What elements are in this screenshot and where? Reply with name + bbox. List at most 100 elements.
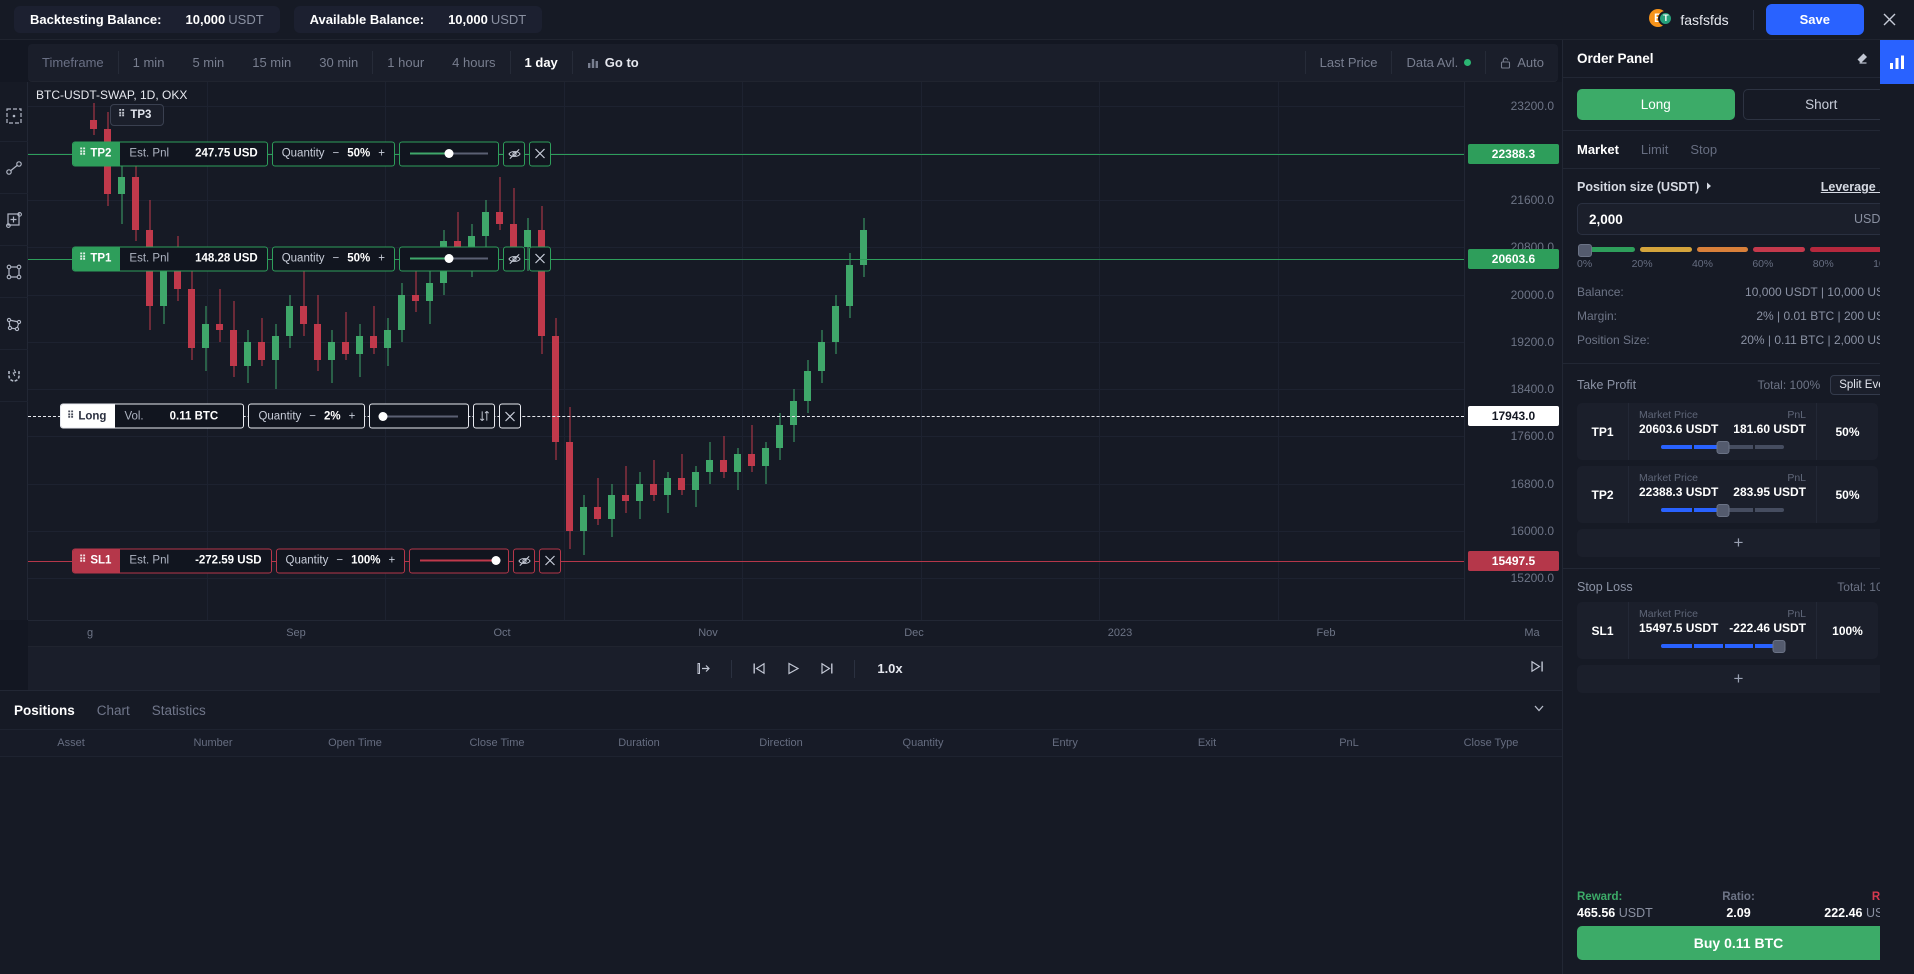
- take-profit-percent[interactable]: 50%: [1816, 466, 1878, 523]
- positions-column-header[interactable]: Number: [142, 737, 284, 749]
- tab-chart[interactable]: Chart: [97, 703, 130, 718]
- auto-scale-button[interactable]: Auto: [1486, 44, 1558, 81]
- order-slider[interactable]: [409, 548, 510, 574]
- quantity-minus-button[interactable]: −: [333, 253, 340, 265]
- eye-off-icon[interactable]: [513, 548, 536, 574]
- playback-speed[interactable]: 1.0x: [877, 661, 902, 676]
- positions-column-header[interactable]: Close Type: [1420, 737, 1562, 749]
- close-icon[interactable]: [1874, 5, 1904, 35]
- drag-grip-icon[interactable]: ⠿: [118, 110, 125, 120]
- rectangle-tool-icon[interactable]: [0, 246, 28, 298]
- timeframe-15min[interactable]: 15 min: [238, 44, 305, 81]
- chart-canvas[interactable]: BTC-USDT-SWAP, 1D, OKX ⠿ TP3 ⠿ TP2 Est. Pn…: [28, 82, 1464, 620]
- timeframe-1day[interactable]: 1 day: [511, 44, 572, 81]
- quantity-minus-button[interactable]: −: [309, 410, 316, 422]
- positions-column-header[interactable]: Quantity: [852, 737, 994, 749]
- stop-loss-slider[interactable]: [1639, 640, 1806, 653]
- positions-column-header[interactable]: Duration: [568, 737, 710, 749]
- order-type-limit[interactable]: Limit: [1641, 142, 1668, 157]
- positions-column-header[interactable]: Direction: [710, 737, 852, 749]
- slider-knob[interactable]: [1716, 441, 1729, 454]
- quantity-plus-button[interactable]: +: [389, 555, 396, 567]
- skip-to-end-icon[interactable]: [1529, 659, 1546, 679]
- slider-knob[interactable]: [491, 556, 501, 566]
- take-profit-card[interactable]: TP2 Market Price PnL 22388.3 USDT 283.95 USD…: [1577, 466, 1878, 523]
- close-icon[interactable]: [529, 141, 552, 167]
- quantity-minus-button[interactable]: −: [336, 555, 343, 567]
- step-forward-icon[interactable]: [810, 655, 844, 683]
- price-badge-red[interactable]: 15497.5: [1468, 550, 1559, 571]
- positions-column-header[interactable]: PnL: [1278, 737, 1420, 749]
- take-profit-slider[interactable]: [1639, 441, 1806, 454]
- positions-column-header[interactable]: Entry: [994, 737, 1136, 749]
- timeframe-1min[interactable]: 1 min: [119, 44, 179, 81]
- price-badge-green[interactable]: 22388.3: [1468, 143, 1559, 164]
- tab-statistics[interactable]: Statistics: [152, 703, 206, 718]
- step-back-icon[interactable]: [742, 655, 776, 683]
- quantity-plus-button[interactable]: +: [349, 410, 356, 422]
- order-type-market[interactable]: Market: [1577, 142, 1619, 157]
- add-take-profit-button[interactable]: +: [1577, 529, 1900, 557]
- timeframe-4hours[interactable]: 4 hours: [438, 44, 509, 81]
- slider-knob[interactable]: [444, 149, 454, 159]
- tp3-chip[interactable]: ⠿ TP3: [110, 104, 165, 127]
- drag-grip-icon[interactable]: ⠿: [79, 148, 86, 159]
- positions-column-header[interactable]: Exit: [1136, 737, 1278, 749]
- time-axis[interactable]: g Sep Oct Nov Dec 2023 Feb Ma: [28, 620, 1562, 646]
- order-quantity-box[interactable]: Quantity −2% +: [248, 403, 366, 429]
- slider-knob[interactable]: [1578, 244, 1592, 257]
- chevron-down-icon[interactable]: [1532, 701, 1546, 720]
- price-axis[interactable]: 23200.0 21600.0 20800.0 20000.0 19200.0 18400…: [1464, 82, 1562, 620]
- take-profit-slider[interactable]: [1639, 504, 1806, 517]
- tab-positions[interactable]: Positions: [14, 703, 75, 718]
- order-info-box[interactable]: ⠿ TP2 Est. Pnl 247.75 USD: [72, 141, 268, 167]
- eraser-icon[interactable]: [1848, 46, 1874, 72]
- order-slider[interactable]: [399, 141, 500, 167]
- order-type-stop[interactable]: Stop: [1690, 142, 1717, 157]
- order-quantity-box[interactable]: Quantity −50% +: [271, 141, 396, 167]
- side-long-button[interactable]: Long: [1577, 89, 1735, 120]
- eye-off-icon[interactable]: [503, 246, 526, 272]
- order-tag[interactable]: ⠿ TP2: [73, 142, 121, 166]
- positions-column-header[interactable]: Open Time: [284, 737, 426, 749]
- price-badge-green[interactable]: 20603.6: [1468, 248, 1559, 269]
- order-tag[interactable]: ⠿ TP1: [73, 247, 121, 271]
- slider-knob[interactable]: [378, 411, 388, 421]
- slider-knob[interactable]: [1716, 504, 1729, 517]
- quantity-plus-button[interactable]: +: [378, 253, 385, 265]
- stop-loss-card[interactable]: SL1 Market Price PnL 15497.5 USDT -222.46 US…: [1577, 602, 1878, 659]
- take-profit-percent[interactable]: 50%: [1816, 403, 1878, 460]
- timeframe-1hour[interactable]: 1 hour: [373, 44, 438, 81]
- order-slider[interactable]: [399, 246, 500, 272]
- order-quantity-box[interactable]: Quantity −50% +: [271, 246, 396, 272]
- last-price-button[interactable]: Last Price: [1306, 44, 1392, 81]
- crosshair-tool-icon[interactable]: [0, 90, 28, 142]
- chart-panel-toggle-icon[interactable]: [1880, 40, 1914, 84]
- order-info-box[interactable]: ⠿ SL1 Est. Pnl -272.59 USD: [72, 548, 272, 574]
- drag-grip-icon[interactable]: ⠿: [79, 253, 86, 264]
- positions-column-header[interactable]: Asset: [0, 737, 142, 749]
- add-shape-tool-icon[interactable]: [0, 194, 28, 246]
- timeframe-30min[interactable]: 30 min: [305, 44, 372, 81]
- trend-line-tool-icon[interactable]: [0, 142, 28, 194]
- order-info-box[interactable]: ⠿ Long Vol. 0.11 BTC: [60, 403, 245, 429]
- price-badge-white[interactable]: 17943.0: [1468, 406, 1559, 427]
- polygon-tool-icon[interactable]: [0, 298, 28, 350]
- drag-grip-icon[interactable]: ⠿: [67, 411, 74, 421]
- stop-loss-percent[interactable]: 100%: [1816, 602, 1878, 659]
- play-icon[interactable]: [776, 655, 810, 683]
- data-availability-indicator[interactable]: Data Avl.: [1392, 44, 1485, 81]
- save-button[interactable]: Save: [1765, 4, 1864, 35]
- slider-knob[interactable]: [444, 254, 454, 264]
- order-tag[interactable]: ⠿ SL1: [73, 549, 121, 573]
- order-quantity-box[interactable]: Quantity −100% +: [275, 548, 406, 574]
- buy-button[interactable]: Buy 0.11 BTC: [1577, 926, 1900, 960]
- close-icon[interactable]: [529, 246, 552, 272]
- add-stop-loss-button[interactable]: +: [1577, 665, 1900, 693]
- positions-column-header[interactable]: Close Time: [426, 737, 568, 749]
- drag-grip-icon[interactable]: ⠿: [79, 555, 86, 566]
- order-info-box[interactable]: ⠿ TP1 Est. Pnl 148.28 USD: [72, 246, 268, 272]
- order-tag[interactable]: ⠿ Long: [61, 404, 116, 428]
- eye-off-icon[interactable]: [503, 141, 526, 167]
- close-icon[interactable]: [499, 403, 522, 429]
